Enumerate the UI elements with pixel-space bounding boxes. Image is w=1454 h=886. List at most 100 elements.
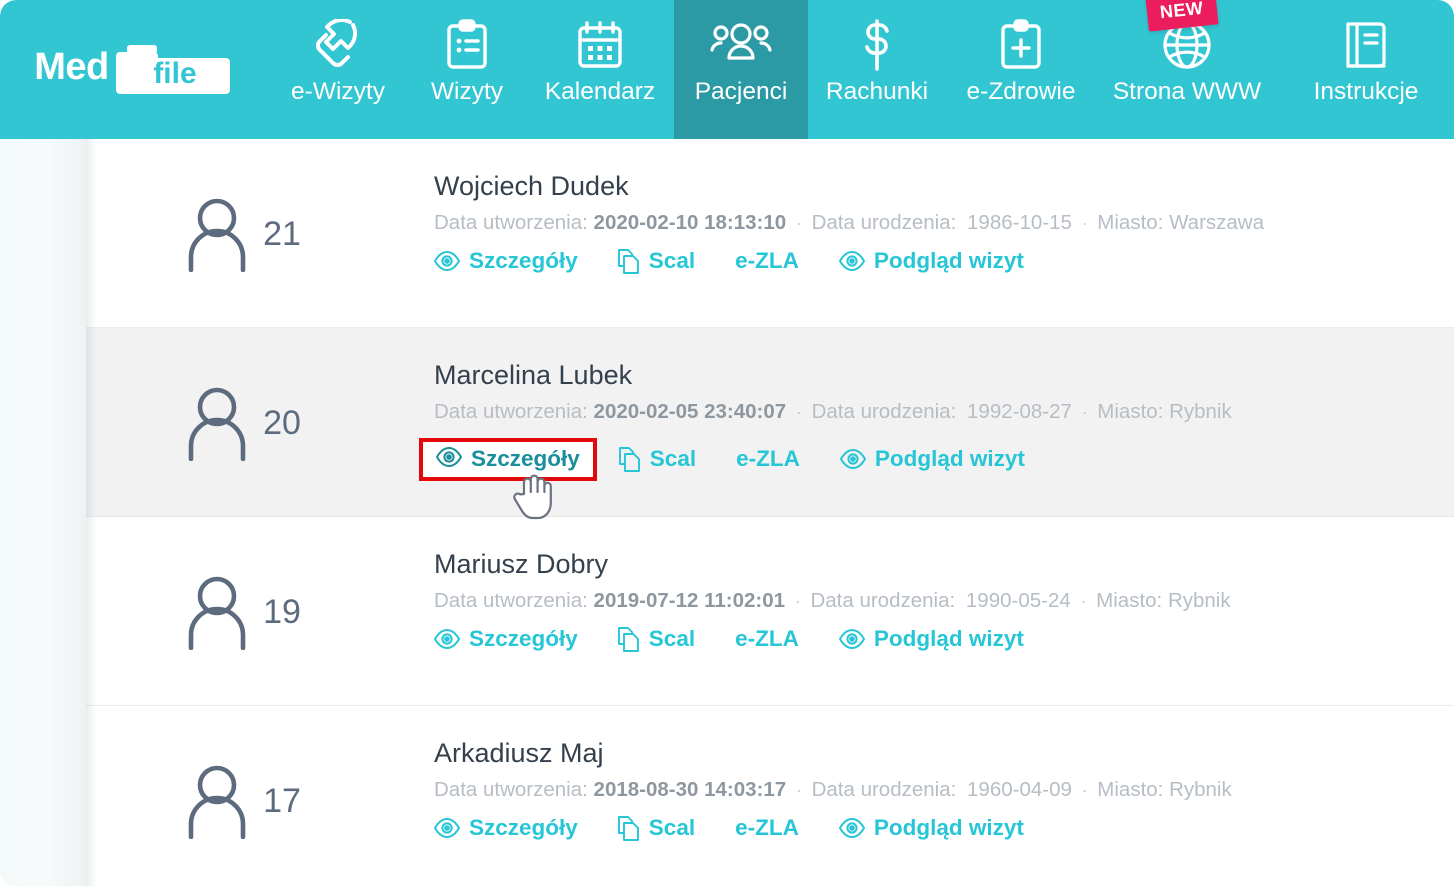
nav-item-instrukcje[interactable]: Instrukcje [1278,0,1454,139]
nav-item-wizyty[interactable]: Wizyty [408,0,526,139]
nav-item-strona-www[interactable]: NEW Strona WWW [1096,0,1278,139]
eye-icon [838,629,865,650]
patient-name: Mariusz Dobry [434,549,609,579]
preview-visits-action[interactable]: Podgląd wizyt [838,249,1024,273]
details-label: Szczegóły [469,814,578,840]
ezla-action[interactable]: e-ZLA [735,247,799,273]
row-actions: Szczegóły Scal e-ZLA Podgląd wizyt [434,814,1454,841]
city-value: Warszawa [1169,211,1265,235]
details-label: Szczegóły [469,247,578,273]
table-row[interactable]: 20 Marcelina Lubek Data utworzenia: 2020… [86,328,1454,517]
created-value: 2020-02-10 18:13:10 [593,211,787,235]
city-value: Rybnik [1169,778,1232,802]
nav-label: Instrukcje [1313,78,1419,105]
book-icon [1342,18,1390,72]
patient-meta: Data utworzenia: 2019-07-12 11:02:01 · D… [434,588,1454,615]
patient-name: Arkadiusz Maj [434,738,604,768]
nav-label: e-Zdrowie [966,78,1076,105]
eye-icon [839,449,866,470]
details-action[interactable]: Szczegóły [434,247,578,273]
meta-separator: · [1081,402,1088,423]
nav-label: Kalendarz [544,78,656,105]
created-label: Data utworzenia: [434,400,588,424]
city-label: Miasto: [1097,211,1164,235]
row-actions: Szczegóły Scal e-ZLA Podgląd wizyt [434,625,1454,652]
born-label: Data urodzenia: [811,211,957,235]
table-row[interactable]: 21 Wojciech Dudek Data utworzenia: 2020-… [86,139,1454,328]
details-action[interactable]: Szczegóły [434,814,578,840]
city-label: Miasto: [1097,400,1164,424]
merge-action[interactable]: Scal [618,446,696,472]
patient-id: 21 [263,214,301,253]
city-value: Rybnik [1169,400,1232,424]
meta-separator: · [794,591,801,612]
nav-item-e-zdrowie[interactable]: e-Zdrowie [946,0,1096,139]
copy-icon [617,626,640,652]
created-value: 2019-07-12 11:02:01 [593,589,786,613]
ezla-action[interactable]: e-ZLA [736,448,800,471]
patient-meta: Data utworzenia: 2020-02-10 18:13:10 · D… [434,210,1454,237]
merge-action[interactable]: Scal [617,626,695,652]
patient-id: 17 [263,781,301,820]
ezla-action[interactable]: e-ZLA [735,816,799,840]
merge-action[interactable]: Scal [617,815,695,841]
born-label: Data urodzenia: [810,589,956,613]
eye-icon [838,251,865,272]
ezla-action[interactable]: e-ZLA [735,625,799,651]
medical-clipboard-icon [999,18,1043,72]
born-label: Data urodzenia: [811,778,957,802]
preview-visits-action[interactable]: Podgląd wizyt [838,627,1024,651]
patient-name: Marcelina Lubek [434,360,633,390]
patient-avatar-cell: 20 [86,328,434,517]
copy-icon [617,815,640,841]
eye-icon [434,818,460,839]
brand-text-med: Med [34,45,109,88]
main-navigation-bar: Med file e-Wizyty Wizyty Kalendarz Pacje… [0,0,1454,139]
patient-meta: Data utworzenia: 2020-02-05 23:40:07 · D… [434,399,1454,426]
svg-text:file: file [153,57,196,90]
calendar-icon [576,18,624,72]
row-actions: Szczegóły Scal e-ZLA Podgląd wizyt [419,437,1454,482]
phone-icon [312,18,364,72]
brand-logo[interactable]: Med file [0,0,268,139]
person-icon [185,763,249,839]
ezla-label: e-ZLA [735,625,799,651]
eye-icon [434,629,460,650]
merge-action[interactable]: Scal [617,247,696,274]
users-icon [710,18,772,72]
patient-avatar-cell: 17 [86,706,434,886]
preview-visits-action[interactable]: Podgląd wizyt [838,816,1024,840]
nav-label: e-Wizyty [291,78,385,105]
details-action[interactable]: Szczegóły [434,625,578,651]
meta-separator: · [1081,213,1088,234]
born-value: 1986-10-15 [967,211,1072,235]
folder-icon: file [115,38,234,96]
born-value: 1960-04-09 [967,778,1072,802]
city-label: Miasto: [1096,589,1163,613]
merge-label: Scal [648,247,696,273]
meta-separator: · [795,213,802,234]
ezla-label: e-ZLA [735,247,799,273]
person-icon [185,574,249,650]
preview-visits-action[interactable]: Podgląd wizyt [839,448,1025,471]
details-action-highlighted[interactable]: Szczegóły [419,437,597,482]
table-row[interactable]: 19 Mariusz Dobry Data utworzenia: 2019-0… [86,517,1454,706]
patient-avatar-cell: 19 [86,517,434,706]
meta-separator: · [795,402,802,423]
details-label: Szczegóły [469,625,578,651]
nav-item-rachunki[interactable]: Rachunki [808,0,946,139]
nav-label: Wizyty [430,78,504,105]
created-label: Data utworzenia: [434,589,588,613]
created-label: Data utworzenia: [434,211,588,235]
nav-item-kalendarz[interactable]: Kalendarz [526,0,674,139]
patient-info: Arkadiusz Maj Data utworzenia: 2018-08-3… [434,706,1454,841]
city-value: Rybnik [1167,589,1231,613]
nav-item-e-wizyty[interactable]: e-Wizyty [268,0,408,139]
table-row[interactable]: 17 Arkadiusz Maj Data utworzenia: 2018-0… [86,706,1454,886]
row-actions: Szczegóły Scal e-ZLA Podgląd wizyt [434,247,1454,274]
patient-id: 19 [263,592,301,631]
meta-separator: · [795,780,802,801]
nav-item-pacjenci[interactable]: Pacjenci [674,0,808,139]
nav-items-container: e-Wizyty Wizyty Kalendarz Pacjenci Rachu… [268,0,1454,139]
left-gutter [0,139,86,886]
